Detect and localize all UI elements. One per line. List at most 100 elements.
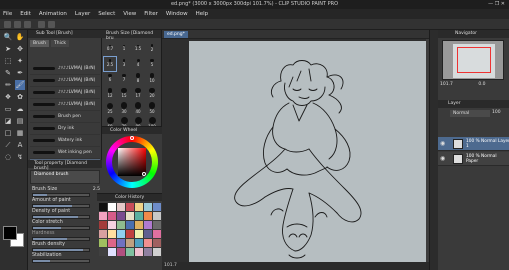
layer-row[interactable]: ◉ 100 % Normal Layer 1 <box>438 137 509 151</box>
list-item[interactable]: Watery ink <box>30 135 100 147</box>
color-swatch[interactable] <box>135 230 143 238</box>
brush-size-option[interactable]: 1.5 <box>132 42 144 56</box>
brush-size-option[interactable]: 3 <box>118 57 130 71</box>
brush-size-option[interactable]: 1 <box>118 42 130 56</box>
color-swatch[interactable] <box>126 203 134 211</box>
undo-icon[interactable] <box>38 21 45 28</box>
color-swatch[interactable] <box>99 221 107 229</box>
layer-row[interactable]: ◉ 100 % Normal Paper <box>438 152 509 166</box>
brush-size-option[interactable]: 12 <box>104 87 116 101</box>
auto-select-tool-icon[interactable]: ✦ <box>15 56 25 66</box>
canvas[interactable] <box>189 41 426 262</box>
color-swatch[interactable] <box>108 221 116 229</box>
decoration-tool-icon[interactable]: ✿ <box>15 92 25 102</box>
brush-density-slider[interactable] <box>32 248 90 252</box>
color-swatch[interactable] <box>117 239 125 247</box>
color-swatch[interactable] <box>99 212 107 220</box>
stabilization-slider[interactable] <box>32 259 90 263</box>
color-swatch[interactable] <box>108 230 116 238</box>
color-swatch[interactable] <box>117 203 125 211</box>
color-swatch[interactable] <box>99 230 107 238</box>
color-stretch-slider[interactable] <box>32 226 90 230</box>
list-item[interactable]: ♪♯♪♪LVMAJ (BrN) <box>30 75 100 87</box>
brush-size-option[interactable]: 4 <box>132 57 144 71</box>
color-swatch[interactable] <box>153 239 161 247</box>
brush-size-option[interactable]: 0.7 <box>104 42 116 56</box>
tab-thick[interactable]: Thick <box>51 40 69 47</box>
brush-size-option[interactable]: 10 <box>146 72 158 86</box>
tab-brush[interactable]: Brush <box>30 40 49 47</box>
color-swatch[interactable] <box>135 221 143 229</box>
color-swatch[interactable] <box>99 239 107 247</box>
brush-size-option[interactable]: 8 <box>132 72 144 86</box>
color-swatch[interactable] <box>108 212 116 220</box>
color-swatch[interactable] <box>108 203 116 211</box>
fill-tool-icon[interactable]: ◪ <box>3 116 13 126</box>
color-swatch[interactable] <box>126 230 134 238</box>
save-icon[interactable] <box>24 21 31 28</box>
menu-window[interactable]: Window <box>166 11 188 17</box>
color-swatch[interactable] <box>135 212 143 220</box>
gradient-tool-icon[interactable]: ▤ <box>15 116 25 126</box>
list-item[interactable]: ♪♯♪♪LVMAJ (BrN) <box>30 99 100 111</box>
move-layer-tool-icon[interactable]: ✥ <box>15 44 25 54</box>
color-swatch[interactable] <box>153 212 161 220</box>
brush-size-option[interactable]: 2 <box>146 42 158 56</box>
eyedropper-tool-icon[interactable]: ✎ <box>3 68 13 78</box>
layer-opacity[interactable]: 100 <box>492 110 501 115</box>
density-of-paint-slider[interactable] <box>32 215 90 219</box>
brush-size-option[interactable]: 2.5 <box>103 56 117 72</box>
brush-size-option[interactable]: 30 <box>118 102 130 116</box>
open-file-icon[interactable] <box>14 21 21 28</box>
selection-tool-icon[interactable]: ⬚ <box>3 56 13 66</box>
eye-icon[interactable]: ◉ <box>440 140 445 147</box>
brush-size-slider[interactable] <box>32 193 90 197</box>
brush-size-option[interactable]: 6 <box>104 72 116 86</box>
text-tool-icon[interactable]: A <box>15 140 25 150</box>
color-swatch[interactable] <box>144 203 152 211</box>
color-swatch[interactable] <box>144 212 152 220</box>
menu-help[interactable]: Help <box>196 11 209 17</box>
color-swatch[interactable] <box>108 248 116 256</box>
zoom-readout[interactable]: 101.7 <box>164 263 177 268</box>
new-file-icon[interactable] <box>4 21 11 28</box>
color-swatch[interactable] <box>144 248 152 256</box>
hardness-slider[interactable] <box>32 237 90 241</box>
brush-size-option[interactable]: 50 <box>146 102 158 116</box>
eraser-tool-icon[interactable]: ▭ <box>3 104 13 114</box>
color-swatch[interactable] <box>99 203 107 211</box>
menu-edit[interactable]: Edit <box>20 11 31 17</box>
menu-filter[interactable]: Filter <box>144 11 158 17</box>
color-swatch[interactable] <box>117 212 125 220</box>
brush-size-option[interactable]: 7 <box>118 72 130 86</box>
blend-tool-icon[interactable]: ☁ <box>15 104 25 114</box>
document-tab[interactable]: ed.png* <box>164 31 188 38</box>
brush-size-option[interactable]: 25 <box>104 102 116 116</box>
list-item[interactable]: ♪♯♪♪LVMAJ (BrN) <box>30 87 100 99</box>
color-swatch[interactable] <box>144 221 152 229</box>
navigator-zoom[interactable]: 101.7 <box>440 82 453 87</box>
brush-size-option[interactable]: 15 <box>118 87 130 101</box>
color-swatch[interactable] <box>135 203 143 211</box>
color-marker[interactable] <box>142 172 146 176</box>
menu-select[interactable]: Select <box>98 11 115 17</box>
hue-marker[interactable] <box>130 136 134 140</box>
frame-tool-icon[interactable]: ▦ <box>15 128 25 138</box>
color-swatch[interactable] <box>126 212 134 220</box>
color-swatch[interactable] <box>99 248 107 256</box>
color-swatch[interactable] <box>117 221 125 229</box>
eye-icon[interactable]: ◉ <box>440 155 445 162</box>
menu-file[interactable]: File <box>3 11 12 17</box>
color-swatch[interactable] <box>144 239 152 247</box>
brush-size-option[interactable]: 40 <box>132 102 144 116</box>
main-color-swatch[interactable] <box>3 226 17 240</box>
color-swatch[interactable] <box>153 203 161 211</box>
color-swatch[interactable] <box>117 248 125 256</box>
color-swatch[interactable] <box>117 230 125 238</box>
zoom-tool-icon[interactable]: 🔍 <box>3 32 13 42</box>
figure-tool-icon[interactable]: □ <box>3 128 13 138</box>
color-swatch[interactable] <box>108 239 116 247</box>
navigator-angle[interactable]: 0.0 <box>478 82 485 87</box>
menu-view[interactable]: View <box>123 11 136 17</box>
correct-line-tool-icon[interactable]: ↯ <box>15 152 25 162</box>
